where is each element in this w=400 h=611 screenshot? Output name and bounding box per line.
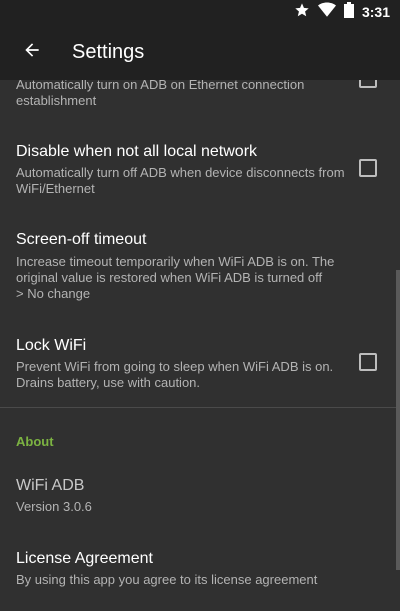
status-icons: 3:31 [294,1,390,23]
arrow-left-icon [22,40,42,65]
checkbox-lock-wifi[interactable] [359,353,377,371]
pref-summary: Prevent WiFi from going to sleep when Wi… [16,359,334,390]
page-title: Settings [72,41,145,63]
pref-app-version[interactable]: WiFi ADB Version 3.0.6 [0,465,400,525]
pref-summary: By using this app you agree to its licen… [16,572,318,587]
status-bar: 3:31 [0,0,400,24]
pref-summary: Increase timeout temporarily when WiFi A… [16,254,335,285]
pref-title: License Agreement [16,550,153,567]
pref-adb-on-ethernet[interactable]: Automatically turn on ADB on Ethernet co… [0,80,400,124]
pref-disable-not-local[interactable]: Disable when not all local network Autom… [0,130,400,206]
status-time: 3:31 [361,4,390,20]
wifi-icon [317,2,336,23]
app-bar: Settings [0,24,400,80]
pref-title: WiFi ADB [16,477,85,494]
pref-title: Disable when not all local network [16,143,258,160]
battery-icon [343,1,354,23]
pref-summary: Version 3.0.6 [16,499,92,514]
pref-screen-off-timeout[interactable]: Screen-off timeout Increase timeout temp… [0,220,400,310]
settings-list[interactable]: Automatically turn on ADB on Ethernet co… [0,80,400,611]
scrollbar[interactable] [396,270,400,570]
pref-value: > No change [16,286,91,301]
pref-license-agreement[interactable]: License Agreement By using this app you … [0,540,400,600]
pref-title: Screen-off timeout [16,231,147,248]
pref-summary: Automatically turn off ADB when device d… [16,165,345,196]
pref-title: Lock WiFi [16,337,87,354]
pref-summary: Automatically turn on ADB on Ethernet co… [16,80,305,108]
checkbox-disable-not-local[interactable] [359,159,377,177]
checkbox-adb-on-ethernet[interactable] [359,80,377,88]
back-button[interactable] [8,28,56,76]
pref-lock-wifi[interactable]: Lock WiFi Prevent WiFi from going to sle… [0,325,400,401]
divider [0,407,400,408]
category-about: About [16,434,54,449]
star-icon [294,2,310,23]
